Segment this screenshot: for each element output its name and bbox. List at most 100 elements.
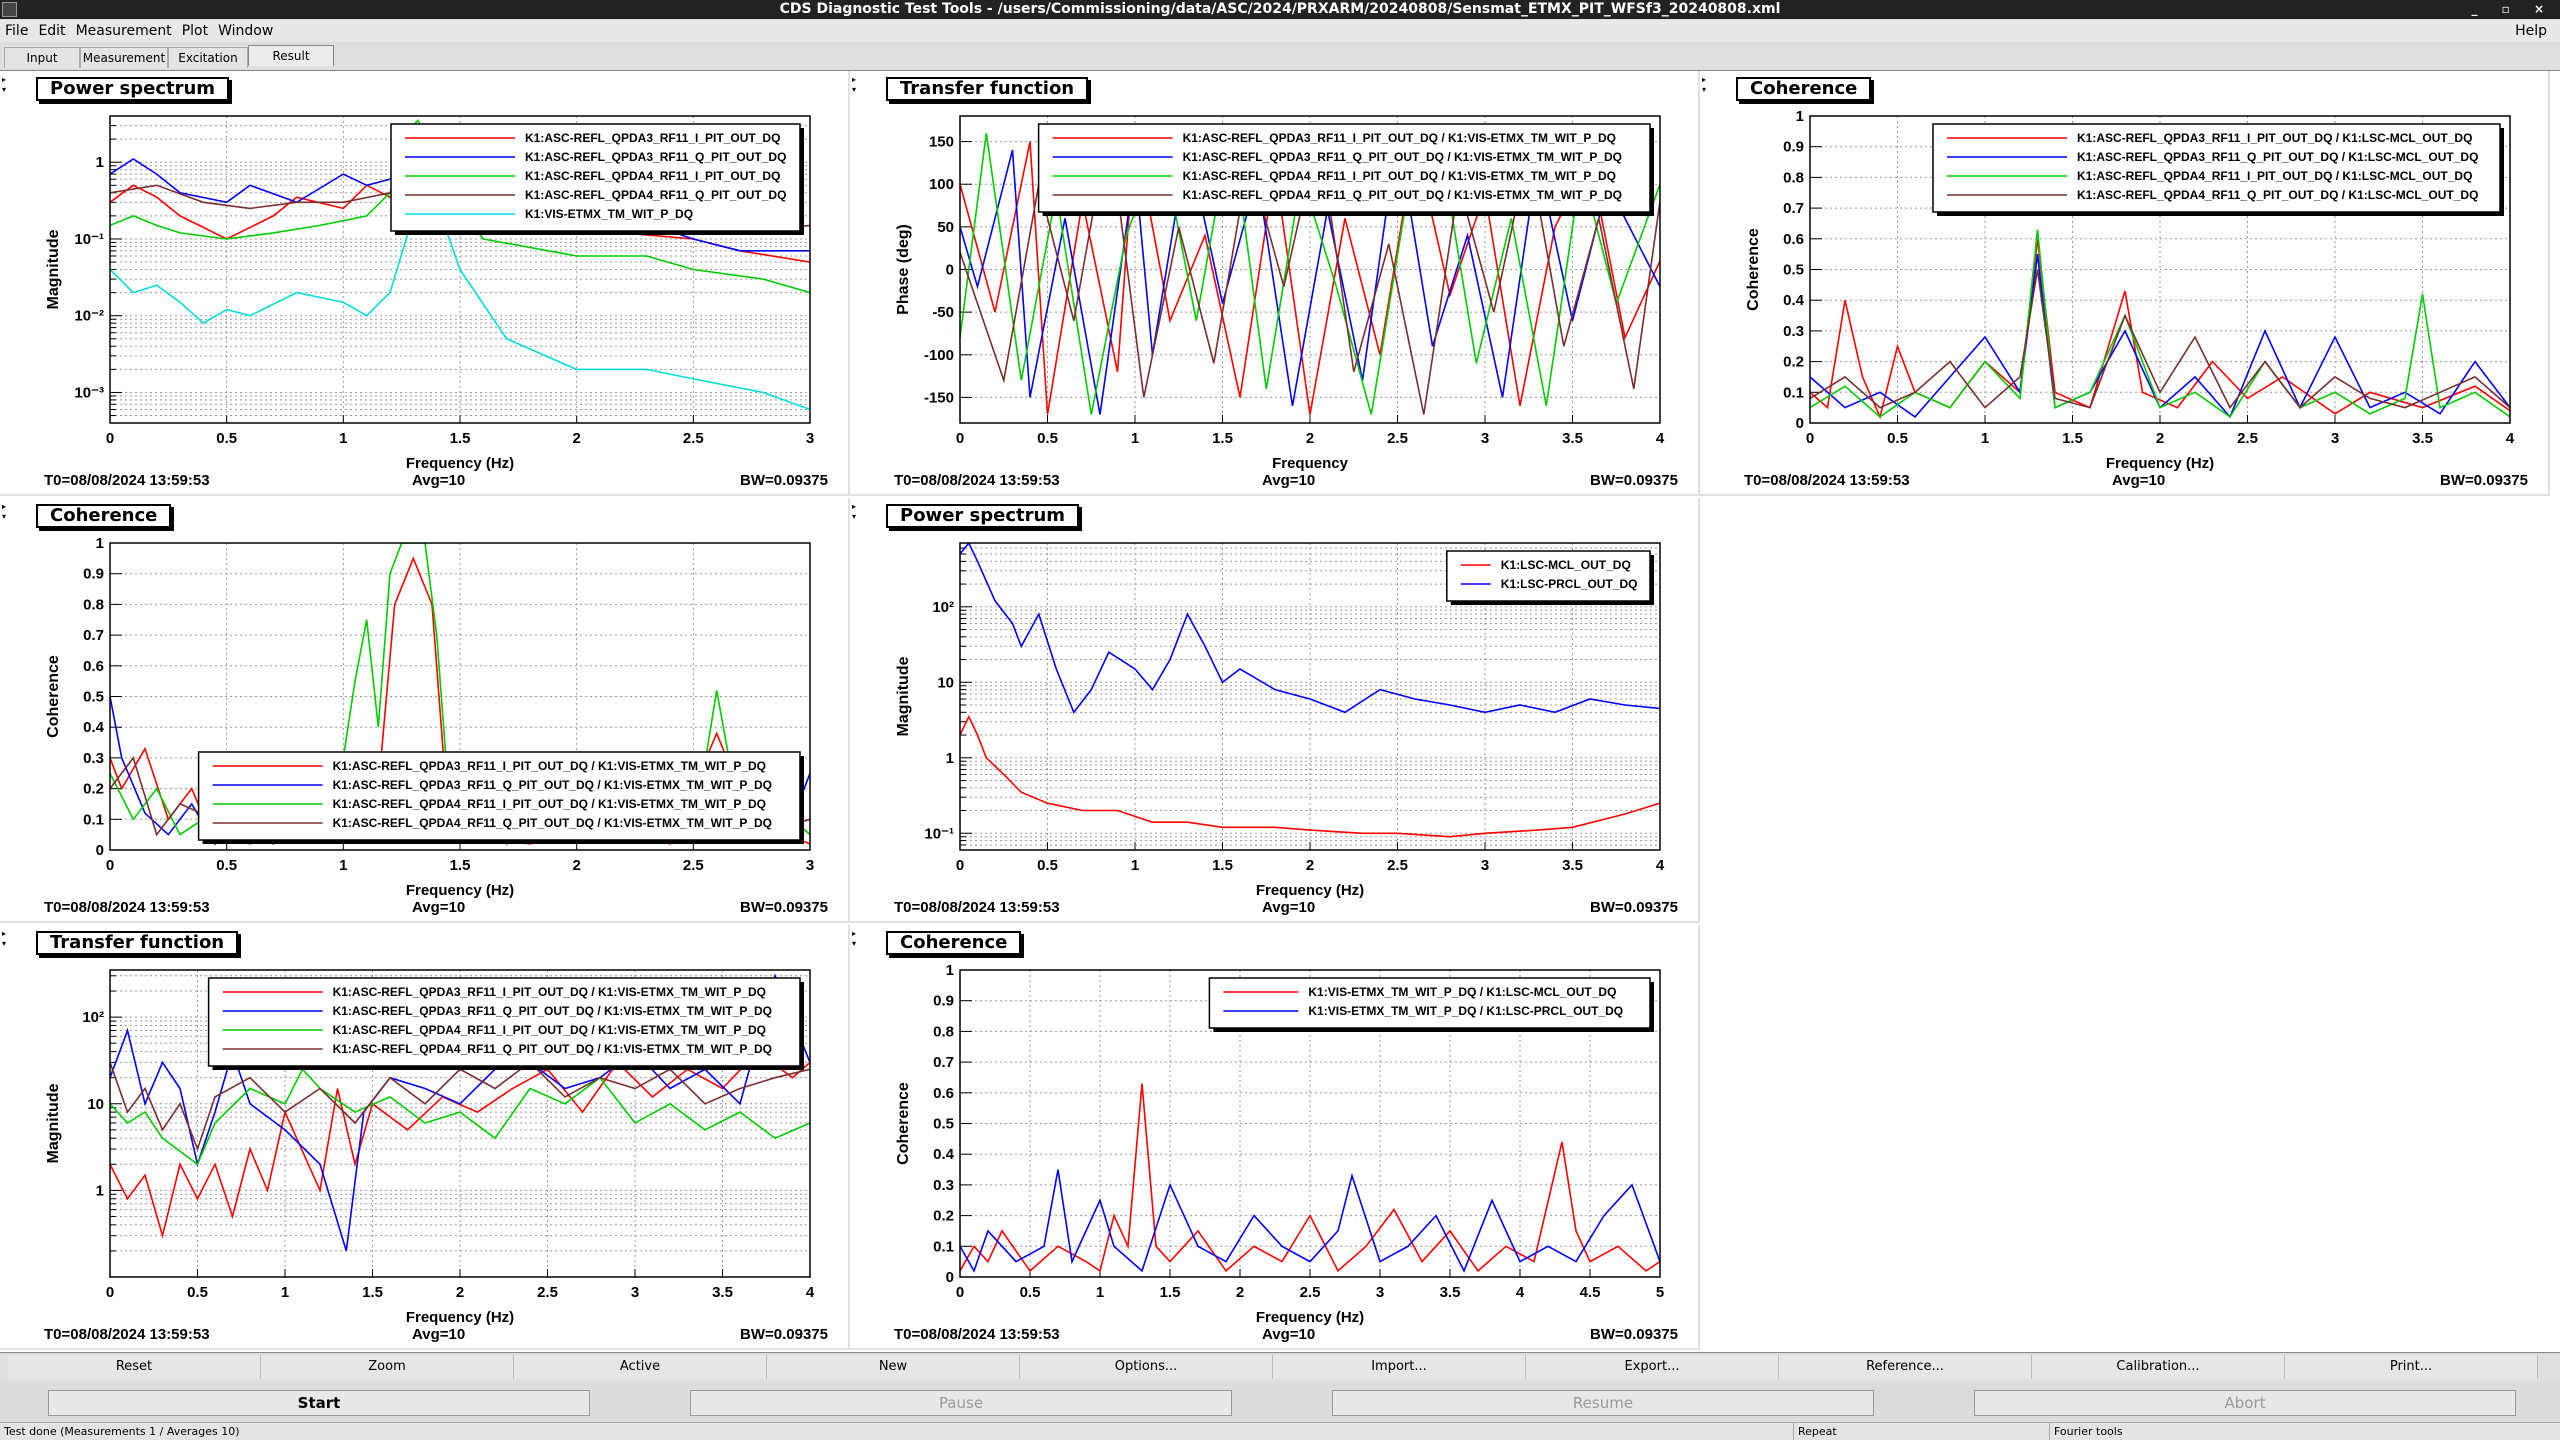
menu-edit[interactable]: Edit [33,20,70,39]
x-tick-label: 0 [106,1284,114,1301]
y-tick-label: -150 [924,389,954,406]
y-tick-label: 0.1 [1783,384,1804,401]
start-button[interactable]: Start [48,1390,590,1416]
info-avg: Avg=10 [2112,472,2166,489]
tab-input[interactable]: Input [4,47,80,68]
window-controls[interactable]: _ ▫ × [2471,0,2554,19]
plot-title[interactable]: Power spectrum [886,504,1080,528]
plot-pad[interactable]: ▸ ▾ 0 0.5 1 1.5 2 2.5 3 1 0.9 0.8 0.7 0.6 0.5 0.4 0.3 0.… [0,498,850,923]
import-button[interactable]: Import... [1273,1355,1526,1379]
legend-entry-label: K1:ASC-REFL_QPDA4_RF11_I_PIT_OUT_DQ [525,169,780,183]
x-tick-label: 1 [1131,430,1139,447]
y-tick-label: 0.7 [83,627,104,644]
legend-entry-label: K1:ASC-REFL_QPDA3_RF11_Q_PIT_OUT_DQ / K1… [2077,150,2478,164]
x-tick-label: 1.5 [2062,430,2083,447]
x-tick-label: 2 [1306,857,1314,874]
plot-info: T0=08/08/2024 13:59:53 Avg=10 BW=0.09375 [850,472,1700,494]
x-tick-label: 3 [1376,1284,1384,1301]
plot-pad[interactable]: ▸ ▾ 0 0.5 1 1.5 2 2.5 3 3.5 4 4.5 5 1 0.9 0.8 0.7 0.6 0.5… [850,925,1700,1350]
x-tick-label: 3.5 [1440,1284,1461,1301]
plot-title[interactable]: Transfer function [36,931,239,955]
y-axis-label: Magnitude [45,1083,62,1163]
resume-button[interactable]: Resume [1332,1390,1874,1416]
x-tick-label: 1 [339,430,347,447]
y-tick-label: 0.2 [933,1208,954,1225]
info-bw: BW=0.09375 [1590,1326,1678,1343]
x-tick-label: 4 [1656,430,1665,447]
x-tick-label: 0.5 [1037,430,1058,447]
y-tick-label: 10⁻¹ [74,231,104,248]
x-tick-label: 0.5 [1037,857,1058,874]
active-button[interactable]: Active [514,1355,767,1379]
plot-pad[interactable]: ▸ ▾ 0 0.5 1 1.5 2 2.5 3 3.5 4 10² 10 1 10⁻¹ Frequency … [850,498,1700,923]
plot-title[interactable]: Power spectrum [36,77,230,101]
plot-pad[interactable]: ▸ ▾ 0 0.5 1 1.5 2 2.5 3 3.5 4 1 0.9 0.8 0.7 0.6 0.5 0.4 0… [1700,71,2550,496]
plot-title[interactable]: Coherence [886,931,1022,955]
x-tick-label: 2 [1306,430,1314,447]
zoom-button[interactable]: Zoom [261,1355,514,1379]
options-button[interactable]: Options... [1020,1355,1273,1379]
calibration-button[interactable]: Calibration... [2032,1355,2285,1379]
window-titlebar: CDS Diagnostic Test Tools - /users/Commi… [0,0,2560,19]
window-menu-icon[interactable] [2,2,17,17]
x-tick-label: 1 [281,1284,289,1301]
x-tick-label: 2.5 [1300,1284,1321,1301]
y-tick-label: 1 [96,1182,104,1199]
y-tick-label: 1 [96,154,104,171]
print-button[interactable]: Print... [2285,1355,2538,1379]
plot-title[interactable]: Transfer function [886,77,1089,101]
y-tick-label: 10 [87,1096,104,1113]
x-tick-label: 2.5 [2237,430,2258,447]
reference-button[interactable]: Reference... [1779,1355,2032,1379]
x-tick-label: 0.5 [216,857,237,874]
y-tick-label: 0.8 [83,596,104,613]
new-button[interactable]: New [767,1355,1020,1379]
x-tick-label: 0.5 [1020,1284,1041,1301]
x-tick-label: 3 [2331,430,2339,447]
plot-title[interactable]: Coherence [36,504,172,528]
x-tick-label: 1.5 [450,857,471,874]
y-tick-label: 150 [929,134,954,151]
menu-help[interactable]: Help [2510,20,2552,39]
legend-entry-label: K1:ASC-REFL_QPDA4_RF11_Q_PIT_OUT_DQ / K1… [333,816,772,830]
x-tick-label: 1 [1131,857,1139,874]
y-tick-label: 10⁻³ [74,384,104,401]
x-tick-label: 5 [1656,1284,1664,1301]
menu-file[interactable]: File [0,20,33,39]
y-axis-label: Coherence [1745,228,1762,311]
plot-svg-coherence-mcl: 0 0.5 1 1.5 2 2.5 3 3.5 4 1 0.9 0.8 0.7 0.6 0.5 0.4 0.3 0… [1745,108,2515,472]
x-tick-label: 0 [956,857,964,874]
plot-pad[interactable]: ▸ ▾ 0 0.5 1 1.5 2 2.5 3 3.5 4 10² 10 1 Frequency (Hz)… [0,925,850,1350]
x-tick-label: 2 [1236,1284,1244,1301]
x-tick-label: 1.5 [450,430,471,447]
info-avg: Avg=10 [412,472,466,489]
control-button-row: Start Pause Resume Abort [0,1390,2560,1420]
legend-entry-label: K1:ASC-REFL_QPDA4_RF11_Q_PIT_OUT_DQ [525,188,786,202]
menu-window[interactable]: Window [213,20,278,39]
legend-entry-label: K1:ASC-REFL_QPDA4_RF11_I_PIT_OUT_DQ / K1… [333,797,766,811]
plot-svg-power-spectrum-lsc: 0 0.5 1 1.5 2 2.5 3 3.5 4 10² 10 1 10⁻¹ Frequency (Hz… [895,542,1665,899]
y-tick-label: 0 [946,262,954,279]
y-tick-label: 10² [82,1009,104,1026]
tab-result[interactable]: Result [248,45,334,66]
tab-bar: Input Measurement Excitation Result [0,45,2560,69]
pause-button[interactable]: Pause [690,1390,1232,1416]
y-tick-label: -100 [924,347,954,364]
plot-title[interactable]: Coherence [1736,77,1872,101]
tab-excitation[interactable]: Excitation [168,47,248,68]
legend-entry-label: K1:ASC-REFL_QPDA3_RF11_I_PIT_OUT_DQ / K1… [333,759,766,773]
abort-button[interactable]: Abort [1974,1390,2516,1416]
menu-measurement[interactable]: Measurement [71,20,177,39]
y-tick-label: 10² [932,599,954,616]
y-tick-label: 0.9 [83,566,104,583]
plot-pad[interactable]: ▸ ▾ 0 0.5 1 1.5 2 2.5 3 1 10⁻¹ 10⁻² 10⁻³ Frequency (… [0,71,850,496]
y-tick-label: 0.3 [933,1177,954,1194]
x-axis-label: Frequency [1272,455,1349,472]
y-tick-label: 100 [929,176,954,193]
menu-plot[interactable]: Plot [177,20,213,39]
info-avg: Avg=10 [412,899,466,916]
export-button[interactable]: Export... [1526,1355,1779,1379]
tab-measurement[interactable]: Measurement [80,47,168,68]
plot-pad[interactable]: ▸ ▾ 0 0.5 1 1.5 2 2.5 3 3.5 4 150 100 50 0 -50 -100 -150… [850,71,1700,496]
reset-button[interactable]: Reset [8,1355,261,1379]
